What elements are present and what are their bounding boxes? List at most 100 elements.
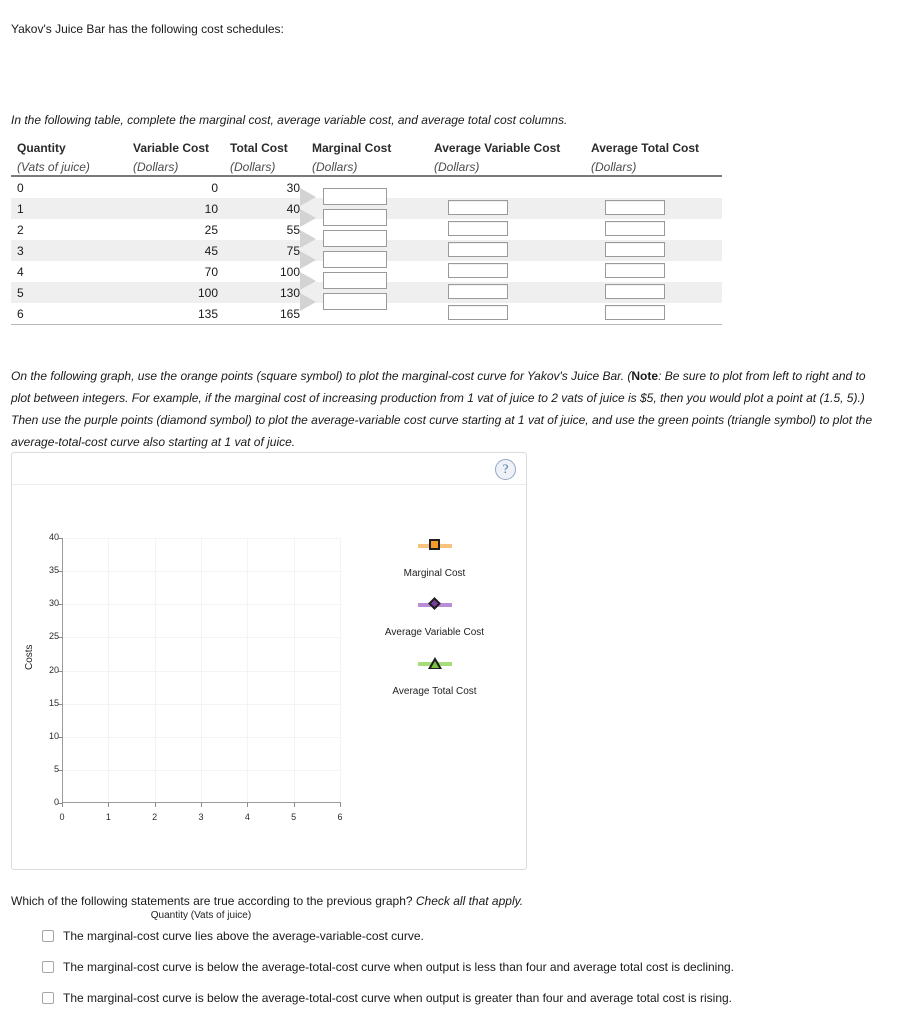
graph-instruction-text: On the following graph, use the orange p… <box>11 365 886 453</box>
choice-option-2[interactable]: The marginal-cost curve is below the ave… <box>42 960 734 974</box>
column-unit: (Dollars) <box>312 160 358 174</box>
y-tick-label: 25 <box>48 631 59 642</box>
cell-total-cost: 55 <box>286 222 300 237</box>
cell-average-variable-cost <box>428 240 585 261</box>
cell-total-cost: 165 <box>224 303 306 325</box>
cell-average-total-cost <box>585 219 722 240</box>
column-title: Quantity <box>17 141 66 155</box>
marginal-cost-input-2-3[interactable] <box>323 230 387 247</box>
cost-schedule-table: Quantity (Vats of juice) Variable Cost (… <box>11 138 722 325</box>
column-unit: (Vats of juice) <box>17 160 90 174</box>
gridline-horizontal <box>62 637 340 639</box>
diamond-icon <box>428 597 441 610</box>
legend-symbol-square <box>352 538 517 552</box>
choice-option-1[interactable]: The marginal-cost curve lies above the a… <box>42 929 424 943</box>
plot-area[interactable]: 40 35 30 25 20 15 10 5 0 0 1 2 3 4 5 6 Q… <box>49 532 343 921</box>
marginal-cost-input-3-4[interactable] <box>323 251 387 268</box>
prompt-italic-text: Check all that apply. <box>415 894 524 908</box>
x-tick-label: 2 <box>152 812 158 822</box>
cell-variable-cost: 45 <box>127 240 224 261</box>
column-unit: (Dollars) <box>230 160 276 174</box>
checkbox-3[interactable] <box>42 992 54 1004</box>
table-instruction-text: In the following table, complete the mar… <box>11 113 568 127</box>
column-title: Total Cost <box>230 141 288 155</box>
legend-item-marginal-cost[interactable]: Marginal Cost <box>352 538 517 579</box>
cell-average-variable-cost <box>428 198 585 219</box>
cell-average-total-cost <box>585 261 722 282</box>
cell-quantity: 5 <box>11 282 127 303</box>
checkbox-1[interactable] <box>42 930 54 942</box>
graph-panel: ? Costs 40 35 30 25 20 15 10 5 0 0 1 2 3… <box>11 452 527 921</box>
marginal-cost-input-0-1[interactable] <box>323 188 387 205</box>
legend-item-average-variable-cost[interactable]: Average Variable Cost <box>352 597 517 638</box>
x-tick-label: 5 <box>291 812 297 822</box>
atc-input-3[interactable] <box>605 241 665 257</box>
y-tick-label: 5 <box>53 763 59 774</box>
cell-average-variable-cost <box>428 261 585 282</box>
gridline-horizontal <box>62 736 340 738</box>
avc-input-2[interactable] <box>448 220 508 236</box>
cell-quantity: 2 <box>17 222 24 237</box>
marginal-cost-input-5-6[interactable] <box>323 293 387 310</box>
avc-input-4[interactable] <box>448 262 508 278</box>
cell-total-cost: 40 <box>224 198 306 219</box>
choice-label-1: The marginal-cost curve lies above the a… <box>63 929 424 943</box>
graph-header: ? <box>12 453 526 485</box>
gridline-horizontal <box>62 604 340 606</box>
avc-input-3[interactable] <box>448 241 508 257</box>
square-icon <box>429 539 440 550</box>
marginal-cost-input-1-2[interactable] <box>323 209 387 226</box>
cell-variable-cost: 70 <box>204 264 218 279</box>
checkbox-2[interactable] <box>42 961 54 973</box>
cell-total-cost: 75 <box>224 240 306 261</box>
cell-variable-cost: 10 <box>127 198 224 219</box>
column-title: Average Total Cost <box>591 141 700 155</box>
cell-average-variable-cost <box>428 176 585 198</box>
avc-input-1[interactable] <box>448 199 508 215</box>
x-tick-label: 3 <box>198 812 204 822</box>
x-axis-title: Quantity (Vats of juice) <box>150 910 252 921</box>
x-tick-label: 4 <box>244 812 250 822</box>
gridline-horizontal <box>62 538 340 539</box>
prompt-main-text: Which of the following statements are tr… <box>11 894 416 908</box>
plot-canvas[interactable]: 40 35 30 25 20 15 10 5 0 0 1 2 3 4 5 6 <box>49 532 343 822</box>
help-icon[interactable]: ? <box>495 459 516 480</box>
column-header-quantity: Quantity (Vats of juice) <box>11 138 127 177</box>
cell-quantity: 4 <box>17 264 24 279</box>
atc-input-5[interactable] <box>605 283 665 299</box>
cell-total-cost: 100 <box>279 264 300 279</box>
atc-input-6[interactable] <box>605 304 665 320</box>
cell-total-cost: 30 <box>286 180 300 195</box>
column-header-marginal-cost: Marginal Cost (Dollars) <box>306 138 428 177</box>
y-tick-label: 10 <box>48 730 59 741</box>
column-header-average-variable-cost: Average Variable Cost (Dollars) <box>428 138 585 177</box>
cell-average-total-cost <box>585 240 722 261</box>
column-unit: (Dollars) <box>133 160 179 174</box>
column-header-variable-cost: Variable Cost (Dollars) <box>127 138 224 177</box>
x-tick-label: 6 <box>337 812 343 822</box>
marginal-cost-input-4-5[interactable] <box>323 272 387 289</box>
cell-quantity: 1 <box>11 198 127 219</box>
choice-label-2: The marginal-cost curve is below the ave… <box>63 960 735 974</box>
y-tick-label: 20 <box>48 664 59 675</box>
gridline-horizontal <box>62 703 340 705</box>
cell-quantity: 3 <box>11 240 127 261</box>
legend-item-average-total-cost[interactable]: Average Total Cost <box>352 656 517 697</box>
x-tick <box>340 802 341 807</box>
gridline-horizontal <box>62 769 340 771</box>
legend-label: Average Variable Cost <box>384 627 485 638</box>
triangle-fill <box>430 661 439 668</box>
avc-input-6[interactable] <box>448 304 508 320</box>
cell-average-variable-cost <box>428 219 585 240</box>
atc-input-2[interactable] <box>605 220 665 236</box>
x-tick <box>154 802 156 807</box>
atc-input-1[interactable] <box>605 199 665 215</box>
cell-average-variable-cost <box>428 303 585 325</box>
choice-option-3[interactable]: The marginal-cost curve is below the ave… <box>42 991 732 1005</box>
atc-input-4[interactable] <box>605 262 665 278</box>
triangle-icon <box>427 657 442 669</box>
avc-input-5[interactable] <box>448 283 508 299</box>
legend-symbol-diamond <box>352 597 517 611</box>
x-tick <box>62 802 63 807</box>
x-tick <box>201 802 202 807</box>
